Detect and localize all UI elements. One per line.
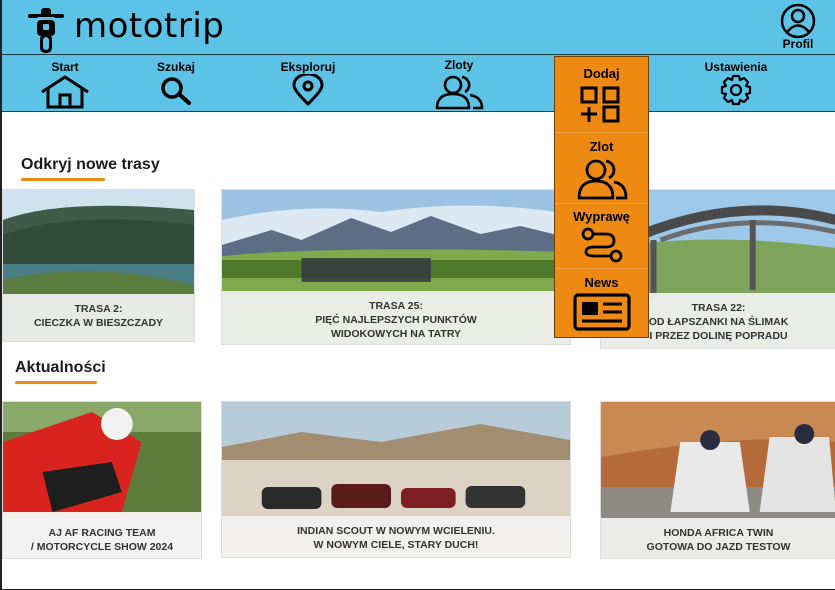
app-window: mototrip Profil Start Szukaj Eksploruj Z… <box>0 0 835 590</box>
add-grid-icon <box>580 86 619 123</box>
nav-label-search: Szukaj <box>156 60 195 74</box>
nav-label-start: Start <box>51 60 79 74</box>
route-card[interactable]: TRASA 25: PIĘĆ NAJLEPSZYCH PUNKTÓW WIDOK… <box>221 189 571 345</box>
news-caption: INDIAN SCOUT W NOWYM WCIELENIU. W NOWYM … <box>222 516 570 557</box>
add-trip-item[interactable]: Wyprawę <box>555 204 648 268</box>
users-icon <box>435 75 484 110</box>
search-icon <box>161 77 191 105</box>
routes-heading: Odkryj nowe trasy <box>21 156 160 173</box>
news-heading: Aktualności <box>15 359 106 376</box>
nav-item-settings[interactable]: Ustawienia <box>696 55 776 112</box>
top-bar: mototrip Profil <box>2 0 835 55</box>
news-title: INDIAN SCOUT W NOWYM WCIELENIU. <box>297 525 495 537</box>
route-caption: TRASA 25: PIĘĆ NAJLEPSZYCH PUNKTÓW WIDOK… <box>222 291 570 344</box>
nav-item-explore[interactable]: Eksploruj <box>274 55 342 112</box>
nav-item-search[interactable]: Szukaj <box>150 55 202 112</box>
news-title-continued: GOTOWA DO JAZD TESTOW <box>646 541 791 553</box>
route-icon <box>581 227 622 263</box>
route-card[interactable]: TRASA 2: CIECZKA W BIESZCZADY <box>2 189 195 342</box>
route-number: TRASA 25: <box>369 300 423 312</box>
news-caption: AJ AF RACING TEAM / MOTORCYCLE SHOW 2024 <box>3 518 201 558</box>
main-navigation: Start Szukaj Eksploruj Zloty Ustawienia <box>2 55 835 112</box>
add-rally-label: Zlot <box>589 139 614 154</box>
add-dropdown-menu: Dodaj Zlot Wyprawę News <box>554 56 649 338</box>
profile-label: Profil <box>782 37 814 51</box>
news-card[interactable]: AJ AF RACING TEAM / MOTORCYCLE SHOW 2024 <box>2 401 202 559</box>
profile-button[interactable]: Profil <box>772 3 824 53</box>
routes-heading-underline <box>21 178 105 181</box>
add-trip-label: Wyprawę <box>573 209 630 224</box>
news-caption: HONDA AFRICA TWIN GOTOWA DO JAZD TESTOW <box>601 518 835 558</box>
app-title: mototrip <box>74 6 225 46</box>
nav-item-rallies[interactable]: Zloty <box>430 55 488 112</box>
news-card[interactable]: INDIAN SCOUT W NOWYM WCIELENIU. W NOWYM … <box>221 401 571 558</box>
news-title: HONDA AFRICA TWIN <box>663 527 774 539</box>
news-title: AJ AF RACING TEAM <box>48 527 156 539</box>
route-number: TRASA 2: <box>74 303 123 315</box>
route-title: PIĘĆ NAJLEPSZYCH PUNKTÓW <box>315 314 477 326</box>
nav-item-start[interactable]: Start <box>38 55 92 112</box>
route-caption: TRASA 2: CIECZKA W BIESZCZADY <box>3 294 194 341</box>
route-title-continued: WIDOKOWYCH NA TATRY <box>330 328 462 340</box>
nav-label-explore: Eksploruj <box>280 60 336 74</box>
add-news-item[interactable]: News <box>555 269 648 337</box>
map-pin-icon <box>292 74 324 106</box>
news-title-continued: / MOTORCYCLE SHOW 2024 <box>30 541 174 553</box>
users-icon <box>577 159 627 200</box>
nav-label-settings: Ustawienia <box>704 60 768 74</box>
nav-item-add[interactable]: Dodaj <box>555 57 648 131</box>
gear-icon <box>720 74 752 106</box>
add-rally-item[interactable]: Zlot <box>555 133 648 203</box>
home-icon <box>41 75 89 109</box>
motorcycle-logo-icon <box>28 8 64 53</box>
newspaper-icon <box>572 293 631 331</box>
news-title-continued: W NOWYM CIELE, STARY DUCH! <box>313 539 479 551</box>
nav-label-rallies: Zloty <box>444 58 474 72</box>
add-news-label: News <box>584 275 619 290</box>
news-card[interactable]: HONDA AFRICA TWIN GOTOWA DO JAZD TESTOW <box>600 401 835 559</box>
user-circle-icon <box>780 3 816 39</box>
nav-label-add: Dodaj <box>583 66 620 81</box>
news-heading-underline <box>15 381 97 384</box>
route-title: CIECZKA W BIESZCZADY <box>33 317 164 329</box>
